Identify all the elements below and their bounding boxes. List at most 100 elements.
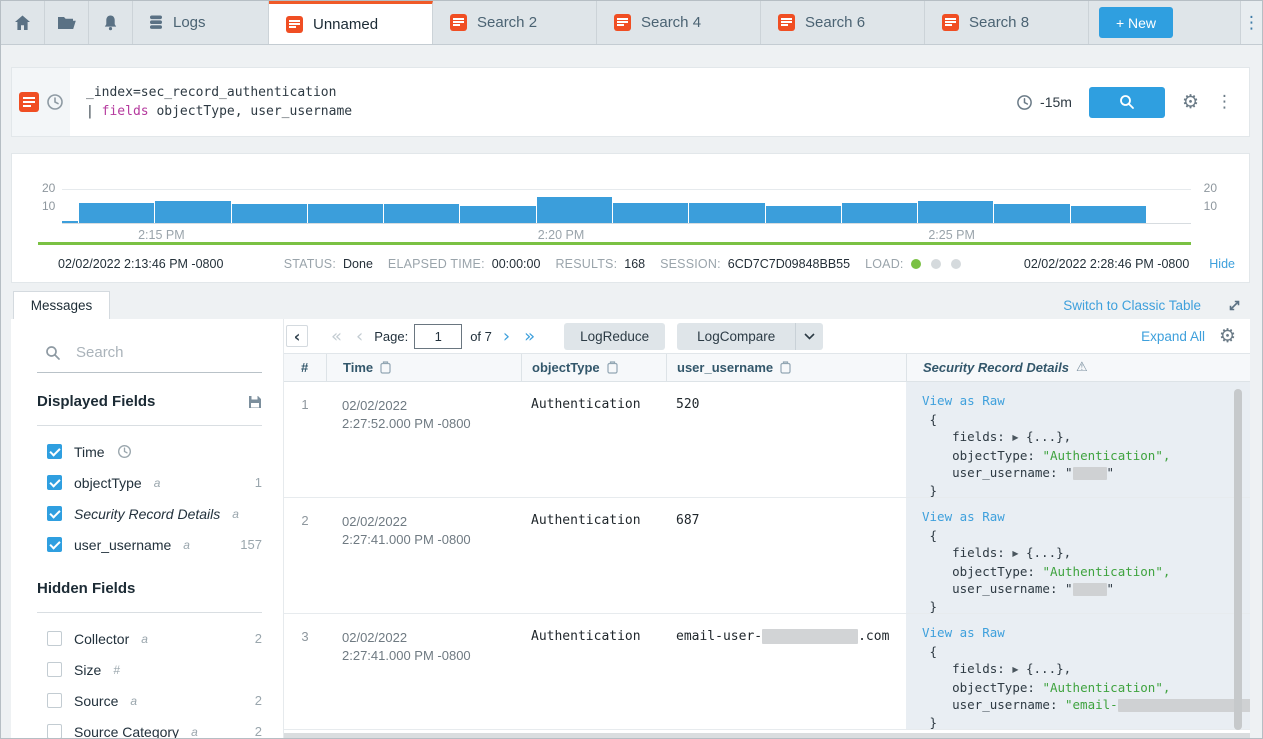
view-as-raw-link[interactable]: View as Raw — [922, 624, 1236, 642]
query-editor[interactable]: _index=sec_record_authentication | field… — [70, 68, 368, 136]
home-button[interactable] — [1, 1, 45, 44]
elapsed-value: 00:00:00 — [492, 257, 541, 271]
field-label: Size — [74, 662, 101, 678]
field-count: 1 — [255, 475, 262, 490]
table-row[interactable]: 2 02/02/20222:27:41.000 PM -0800 Authent… — [284, 498, 1250, 614]
clock-icon — [1016, 94, 1033, 111]
copy-icon[interactable] — [607, 361, 618, 374]
histogram-bar[interactable] — [384, 204, 459, 223]
field-checkbox[interactable] — [47, 475, 62, 490]
histogram-bar[interactable] — [62, 221, 78, 223]
tab-logs[interactable]: Logs — [133, 1, 269, 44]
row-time-cell: 02/02/20222:27:41.000 PM -0800 — [326, 614, 521, 729]
histogram-bar[interactable] — [918, 201, 993, 223]
histogram-bar[interactable] — [994, 204, 1069, 223]
field-checkbox[interactable] — [47, 724, 62, 738]
field-item-time[interactable]: Time — [37, 436, 262, 467]
field-search-input[interactable] — [74, 343, 244, 362]
tab-label: Search 2 — [477, 14, 537, 31]
query-line1: _index=sec_record_authentication — [86, 85, 336, 100]
histogram-bar[interactable] — [842, 203, 917, 224]
time-range-selector[interactable]: -15m — [1016, 94, 1072, 111]
last-page-button[interactable]: » — [517, 326, 542, 347]
field-search[interactable] — [37, 339, 262, 373]
histogram-bar[interactable] — [613, 203, 688, 224]
field-checkbox[interactable] — [47, 631, 62, 646]
column-header-security-record-details[interactable]: Security Record Details ⚠ — [906, 354, 1250, 381]
column-header-time[interactable]: Time — [326, 354, 521, 381]
view-as-raw-link[interactable]: View as Raw — [922, 392, 1236, 410]
row-time-cell: 02/02/20222:27:41.000 PM -0800 — [326, 498, 521, 613]
text: .com — [858, 629, 889, 644]
tab-logs-label: Logs — [173, 14, 206, 31]
query-menu-button[interactable]: ⋮ — [1216, 94, 1233, 111]
copy-icon[interactable] — [380, 361, 391, 374]
tab-search-2[interactable]: Search 2 — [433, 1, 597, 44]
table-settings-button[interactable]: ⚙ — [1219, 327, 1236, 346]
json-key: objectType: — [952, 680, 1035, 695]
chevron-down-icon — [804, 333, 815, 340]
tab-messages[interactable]: Messages — [13, 291, 110, 319]
copy-icon[interactable] — [780, 361, 791, 374]
column-header-objecttype[interactable]: objectType — [521, 354, 666, 381]
histogram-bar[interactable] — [689, 203, 764, 224]
histogram-bar[interactable] — [766, 206, 841, 223]
library-button[interactable] — [45, 1, 89, 44]
field-checkbox[interactable] — [47, 693, 62, 708]
field-item-objecttype[interactable]: objectTypea1 — [37, 467, 262, 498]
field-checkbox[interactable] — [47, 537, 62, 552]
logcompare-button[interactable]: LogCompare — [677, 323, 795, 350]
field-item-security-record-details[interactable]: Security Record Detailsa — [37, 498, 262, 529]
hide-histogram-link[interactable]: Hide — [1209, 257, 1235, 271]
vertical-scrollbar[interactable] — [1234, 389, 1242, 730]
histogram-bar[interactable] — [537, 197, 612, 223]
table-row[interactable]: 3 02/02/20222:27:41.000 PM -0800 Authent… — [284, 614, 1250, 730]
messages-panel: Displayed Fields TimeobjectTypea1Securit… — [11, 319, 1250, 738]
table-row[interactable]: 1 02/02/20222:27:52.000 PM -0800 Authent… — [284, 382, 1250, 498]
histogram-bar[interactable] — [308, 204, 383, 223]
field-checkbox[interactable] — [47, 662, 62, 677]
tab-search-6[interactable]: Search 6 — [761, 1, 925, 44]
page-number-input[interactable] — [414, 324, 462, 349]
histogram-bar[interactable] — [155, 201, 230, 223]
history-icon[interactable] — [46, 93, 64, 111]
topbar-menu-button[interactable]: ⋮ — [1240, 1, 1262, 44]
field-item-source-category[interactable]: Source Categorya2 — [37, 716, 262, 738]
field-checkbox[interactable] — [47, 444, 62, 459]
view-as-raw-link[interactable]: View as Raw — [922, 508, 1236, 526]
save-fields-icon[interactable] — [248, 395, 262, 409]
row-time-cell: 02/02/20222:27:52.000 PM -0800 — [326, 382, 521, 497]
load-indicator-dot — [911, 259, 921, 269]
horizontal-scrollbar[interactable] — [284, 733, 1250, 738]
run-search-button[interactable] — [1089, 87, 1165, 118]
histogram-bar[interactable] — [460, 206, 535, 223]
tab-search-8[interactable]: Search 8 — [925, 1, 1089, 44]
histogram-bar[interactable] — [79, 203, 154, 224]
logcompare-dropdown-button[interactable] — [796, 323, 823, 350]
collapse-sidebar-button[interactable]: ‹ — [286, 325, 308, 347]
query-settings-button[interactable]: ⚙ — [1182, 93, 1199, 112]
notifications-button[interactable] — [89, 1, 133, 44]
new-tab-button[interactable]: + New — [1099, 7, 1173, 38]
expand-panel-icon[interactable] — [1227, 298, 1242, 313]
field-item-source[interactable]: Sourcea2 — [37, 685, 262, 716]
field-item-user-username[interactable]: user_usernamea157 — [37, 529, 262, 560]
next-page-button[interactable]: › — [496, 326, 517, 347]
histogram-bar[interactable] — [1071, 206, 1146, 223]
field-item-collector[interactable]: Collectora2 — [37, 623, 262, 654]
histogram-plot — [62, 182, 1191, 224]
switch-to-classic-table-link[interactable]: Switch to Classic Table — [1063, 298, 1201, 313]
histogram-bar[interactable] — [232, 204, 307, 223]
json-line: fields: ▶ {...}, — [922, 544, 1236, 563]
document-icon — [286, 16, 303, 33]
tab-unnamed[interactable]: Unnamed — [269, 1, 433, 44]
column-header-user-username[interactable]: user_username — [666, 354, 906, 381]
prev-page-button[interactable]: ‹ — [349, 326, 370, 347]
column-header-number[interactable]: # — [284, 354, 326, 381]
first-page-button[interactable]: « — [324, 326, 349, 347]
tab-search-4[interactable]: Search 4 — [597, 1, 761, 44]
field-checkbox[interactable] — [47, 506, 62, 521]
field-item-size[interactable]: Size# — [37, 654, 262, 685]
expand-all-link[interactable]: Expand All — [1141, 329, 1205, 344]
logreduce-button[interactable]: LogReduce — [564, 323, 665, 350]
